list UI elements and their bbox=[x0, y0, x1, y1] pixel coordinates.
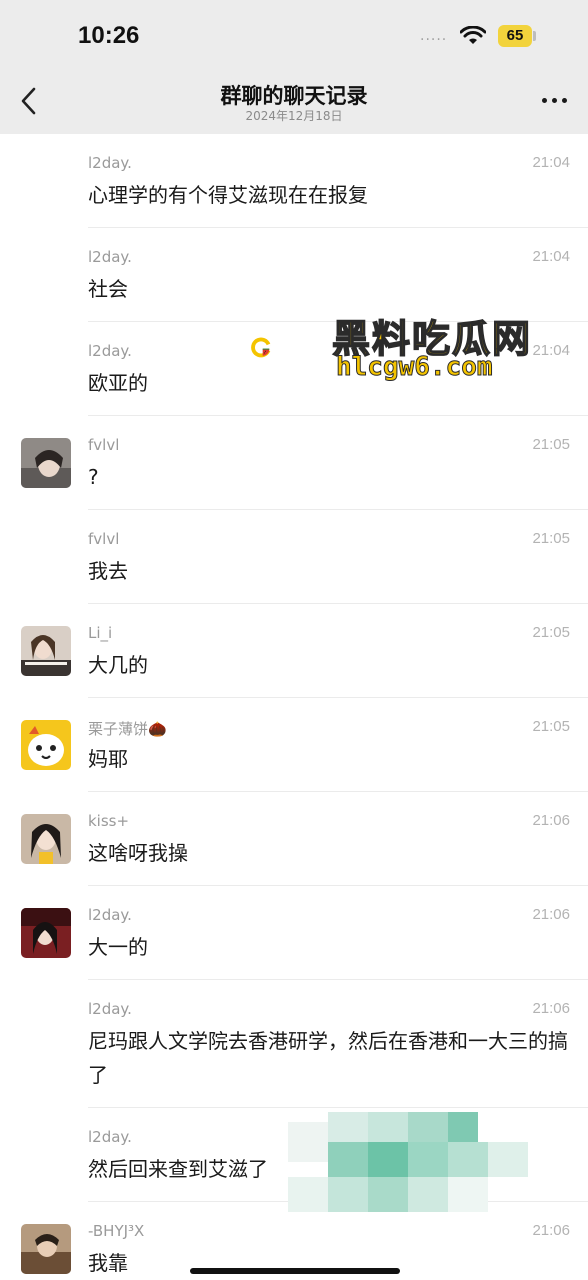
message-text: 社会 bbox=[88, 277, 128, 301]
message-row: 栗子薄饼🌰 21:05 妈耶 bbox=[0, 698, 588, 792]
message-text: ? bbox=[88, 465, 99, 489]
message-time: 21:04 bbox=[532, 342, 570, 359]
message-sender: l2day. bbox=[88, 154, 132, 172]
mosaic-redaction bbox=[288, 1112, 528, 1212]
avatar[interactable] bbox=[21, 720, 71, 770]
avatar[interactable] bbox=[21, 1224, 71, 1274]
status-time: 10:26 bbox=[78, 22, 140, 49]
wifi-icon bbox=[460, 26, 486, 44]
message-time: 21:04 bbox=[532, 248, 570, 265]
message-sender: l2day. bbox=[88, 248, 132, 266]
message-row: l2day. 21:06 尼玛跟人文学院去香港研学，然后在香港和一大三的搞了 bbox=[0, 980, 588, 1108]
home-indicator[interactable] bbox=[190, 1268, 400, 1274]
avatar[interactable] bbox=[21, 438, 71, 488]
message-sender: 栗子薄饼🌰 bbox=[88, 720, 167, 738]
message-sender: kiss+ bbox=[88, 812, 130, 830]
watermark-url: hlcgw6.com bbox=[336, 352, 494, 383]
message-sender: fvlvl bbox=[88, 530, 120, 548]
more-horizontal-icon[interactable] bbox=[540, 88, 570, 112]
message-time: 21:06 bbox=[532, 812, 570, 829]
message-row: kiss+ 21:06 这啥呀我操 bbox=[0, 792, 588, 886]
avatar[interactable] bbox=[21, 814, 71, 864]
message-text: 欧亚的 bbox=[88, 371, 148, 395]
avatar[interactable] bbox=[21, 626, 71, 676]
message-time: 21:06 bbox=[532, 1000, 570, 1017]
message-row: Li_i 21:05 大几的 bbox=[0, 604, 588, 698]
signal-icon: ····· bbox=[420, 32, 448, 48]
message-text: 我靠 bbox=[88, 1251, 128, 1275]
message-time: 21:05 bbox=[532, 624, 570, 641]
message-text: 这啥呀我操 bbox=[88, 841, 188, 865]
battery-icon: 65 bbox=[498, 25, 532, 47]
message-time: 21:04 bbox=[532, 154, 570, 171]
message-text: 我去 bbox=[88, 559, 128, 583]
message-row: fvlvl 21:05 我去 bbox=[0, 510, 588, 604]
page-title: 群聊的聊天记录 bbox=[220, 84, 368, 108]
message-time: 21:05 bbox=[532, 530, 570, 547]
message-sender: Li_i bbox=[88, 624, 113, 642]
message-sender: l2day. bbox=[88, 1000, 132, 1018]
watermark-logo-icon bbox=[251, 337, 272, 358]
message-text: 大几的 bbox=[88, 653, 148, 677]
message-row: l2day. 21:06 大一的 bbox=[0, 886, 588, 980]
page-subtitle: 2024年12月18日 bbox=[245, 109, 343, 123]
message-time: 21:05 bbox=[532, 436, 570, 453]
message-sender: l2day. bbox=[88, 906, 132, 924]
message-sender: l2day. bbox=[88, 1128, 132, 1146]
avatar[interactable] bbox=[21, 908, 71, 958]
message-sender: fvlvl bbox=[88, 436, 120, 454]
battery-tip bbox=[533, 31, 536, 41]
message-sender: -BHYJ³X bbox=[88, 1222, 145, 1240]
message-sender: l2day. bbox=[88, 342, 132, 360]
message-time: 21:06 bbox=[532, 906, 570, 923]
message-text: 尼玛跟人文学院去香港研学，然后在香港和一大三的搞了 bbox=[88, 1029, 568, 1087]
message-time: 21:06 bbox=[532, 1222, 570, 1239]
message-text: 心理学的有个得艾滋现在在报复 bbox=[88, 183, 368, 207]
message-time: 21:05 bbox=[532, 718, 570, 735]
message-row: l2day. 21:04 心理学的有个得艾滋现在在报复 bbox=[0, 134, 588, 228]
message-row: fvlvl 21:05 ? bbox=[0, 416, 588, 510]
message-text: 妈耶 bbox=[88, 747, 128, 771]
message-text: 大一的 bbox=[88, 935, 148, 959]
